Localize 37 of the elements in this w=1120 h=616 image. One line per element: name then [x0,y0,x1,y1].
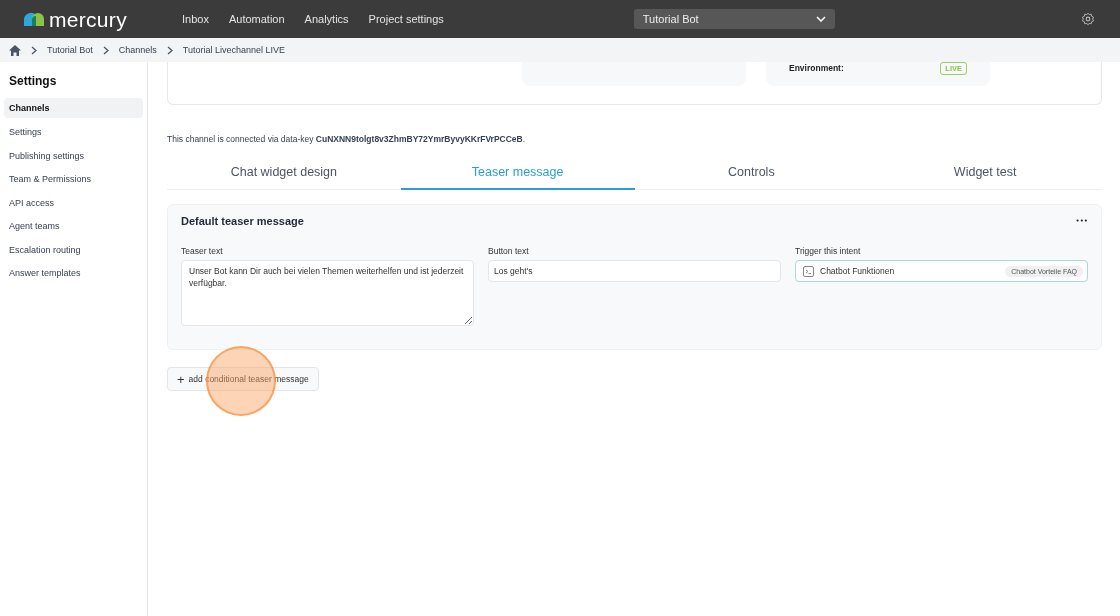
home-icon[interactable] [9,44,21,56]
sidebar-item[interactable]: Publishing settings [4,144,143,168]
logo-icon [24,12,44,26]
sidebar-title: Settings [8,74,58,90]
sidebar-item[interactable]: Settings [4,121,143,145]
breadcrumb-link[interactable]: Tutorial Bot [47,45,93,55]
nav-link[interactable]: Automation [228,13,285,25]
chevron-right-icon [31,45,37,55]
sidebar-item[interactable]: Channels [4,98,143,118]
chevron-right-icon [166,45,173,55]
card-title: Default teaser message [181,215,304,227]
breadcrumb-link[interactable]: Channels [118,45,157,55]
nav-link[interactable]: Inbox [182,13,209,25]
tab[interactable]: Widget test [868,161,1102,188]
terminal-icon [803,265,814,277]
tab[interactable]: Controls [634,161,869,188]
project-select[interactable]: Tutorial Bot [633,9,835,29]
environment-label: Environment: [789,63,844,73]
nav-link[interactable]: Analytics [304,13,349,25]
button-text-field[interactable]: Los geht's [488,260,781,282]
chevron-down-icon [815,16,826,22]
teaser-text-field[interactable]: Unser Bot kann Dir auch bei vielen Themen weiterhelfen und ist jederzeit verfügbar. [181,260,474,326]
tab[interactable]: Chat widget design [167,161,401,188]
settings-icon[interactable] [1081,12,1095,26]
sidebar-item[interactable]: Agent teams [4,215,143,239]
sidebar-item[interactable]: Answer templates [4,262,143,286]
sidebar-item[interactable]: API access [4,191,143,215]
data-key-note: This channel is connected via data-key CuNXNN9tolgt8v3ZhmBY72YmrByvyKKrFVrPCCeB. [167,134,527,144]
nav-link[interactable]: Project settings [368,13,444,25]
sidebar-item[interactable]: Escalation routing [4,238,143,262]
chevron-right-icon [102,45,109,55]
logo-text: mercury [49,8,127,30]
field-label: Button text [488,246,530,256]
field-label: Trigger this intent [795,246,862,256]
sidebar-item[interactable]: Team & Permissions [4,168,143,192]
breadcrumb-link[interactable]: Tutorial Livechannel LIVE [182,45,285,55]
field-label: Teaser text [181,246,224,256]
